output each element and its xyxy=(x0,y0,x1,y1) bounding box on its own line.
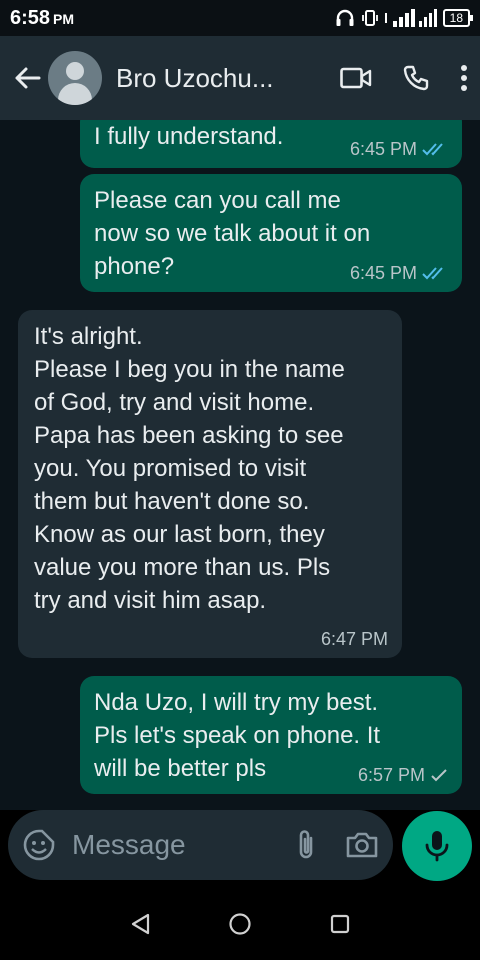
status-bar: 6:58 PM 18 xyxy=(0,0,480,36)
signal-icon xyxy=(384,9,437,27)
message-bubble-outgoing[interactable]: I fully understand. 6:45 PM xyxy=(80,120,462,168)
nav-back-icon[interactable] xyxy=(129,912,151,936)
double-check-read-icon xyxy=(422,267,443,280)
more-options-icon[interactable] xyxy=(460,64,468,92)
avatar-placeholder-icon xyxy=(66,62,84,80)
back-arrow-icon xyxy=(15,67,41,89)
message-time: 6:45 PM xyxy=(349,139,417,159)
contact-name[interactable]: Bro Uzochu... xyxy=(116,63,291,94)
system-navigation-bar xyxy=(0,888,480,960)
chat-header: Bro Uzochu... xyxy=(0,36,480,120)
single-check-sent-icon xyxy=(431,769,447,782)
status-icons: 18 xyxy=(335,9,474,27)
double-check-read-icon xyxy=(422,143,443,156)
message-composer: Message xyxy=(8,810,393,880)
message-meta: 6:57 PM xyxy=(358,765,448,785)
message-time: 6:57 PM xyxy=(357,765,425,785)
status-time: 6:58 PM xyxy=(10,6,75,29)
nav-home-icon[interactable] xyxy=(228,912,252,936)
mic-icon xyxy=(425,831,449,862)
video-call-icon[interactable] xyxy=(340,66,372,90)
message-meta: 6:45 PM xyxy=(350,139,448,159)
camera-icon[interactable] xyxy=(345,830,379,860)
message-bubble-outgoing[interactable]: Nda Uzo, I will try my best. Pls let's s… xyxy=(80,676,462,794)
message-time: 6:47 PM xyxy=(320,629,388,649)
emoji-icon[interactable] xyxy=(22,828,56,862)
message-bubble-outgoing[interactable]: Please can you call me now so we talk ab… xyxy=(80,174,462,292)
voice-call-icon[interactable] xyxy=(402,64,430,92)
message-time: 6:45 PM xyxy=(349,263,417,283)
message-bubble-incoming[interactable]: It's alright. Please I beg you in the na… xyxy=(18,310,402,658)
attach-icon[interactable] xyxy=(295,828,317,862)
vibrate-icon xyxy=(361,10,378,26)
avatar-placeholder-body xyxy=(58,83,92,105)
voice-record-button[interactable] xyxy=(402,811,472,881)
composer-actions xyxy=(295,828,379,862)
nav-recents-icon[interactable] xyxy=(329,913,351,935)
message-meta: 6:45 PM xyxy=(350,263,448,283)
header-actions xyxy=(340,64,468,92)
battery-icon: 18 xyxy=(442,9,474,27)
headphones-icon xyxy=(336,9,354,26)
message-meta: 6:47 PM xyxy=(321,629,388,649)
message-input[interactable]: Message xyxy=(72,829,186,861)
contact-avatar[interactable] xyxy=(48,51,102,105)
message-list[interactable]: I fully understand. 6:45 PM Please can y… xyxy=(0,120,480,810)
message-text: It's alright. Please I beg you in the na… xyxy=(34,323,345,614)
back-button[interactable] xyxy=(12,63,42,93)
